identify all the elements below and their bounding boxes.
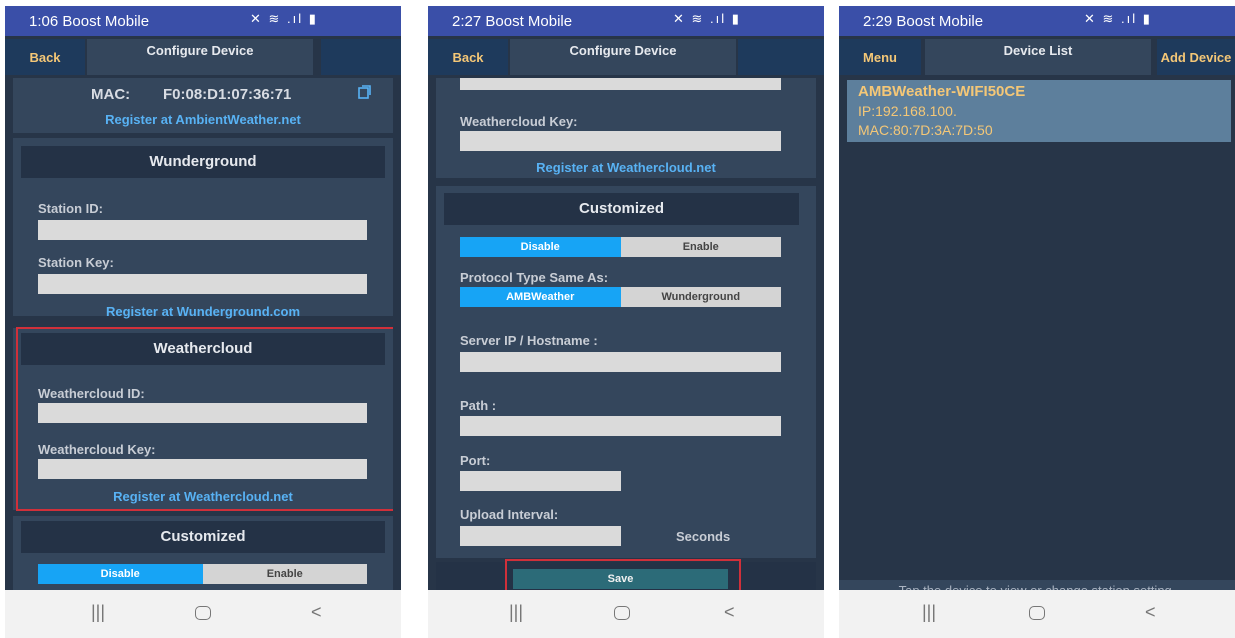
customized-card: Customized Disable Enable (13, 516, 393, 590)
phone-screen-configure-device-2: 2:27 Boost Mobile ✕ ≋ .ıl ▮ Back Configu… (428, 6, 824, 638)
home-icon[interactable] (195, 606, 211, 620)
port-label: Port: (460, 453, 491, 468)
status-time: 2:29 (863, 13, 893, 30)
status-carrier: Boost Mobile (896, 13, 984, 30)
path-input[interactable] (460, 416, 781, 436)
status-carrier: Boost Mobile (62, 13, 150, 30)
customized-card: Customized Disable Enable Protocol Type … (436, 186, 816, 558)
status-icons: ✕ ≋ .ıl ▮ (673, 11, 741, 26)
disable-option[interactable]: Disable (38, 564, 203, 584)
protocol-ambweather-option[interactable]: AMBWeather (460, 287, 621, 307)
top-bar: Back Configure Device (428, 36, 824, 78)
protocol-toggle: AMBWeather Wunderground (460, 287, 781, 307)
copy-icon[interactable] (357, 84, 373, 100)
device-name: AMBWeather-WIFI50CE (858, 83, 1026, 100)
protocol-type-label: Protocol Type Same As: (460, 270, 609, 285)
home-icon[interactable] (614, 606, 630, 620)
status-bar: 1:06 Boost Mobile ✕ ≋ .ıl ▮ (5, 6, 401, 36)
weathercloud-highlight (16, 327, 393, 511)
wunderground-header: Wunderground (21, 146, 385, 178)
disable-option[interactable]: Disable (460, 237, 621, 257)
enable-option[interactable]: Enable (202, 564, 367, 584)
protocol-wunderground-option[interactable]: Wunderground (620, 287, 781, 307)
register-weathercloud-link[interactable]: Register at Weathercloud.net (436, 160, 816, 175)
status-icons: ✕ ≋ .ıl ▮ (250, 11, 318, 26)
mac-value: F0:08:D1:07:36:71 (163, 86, 292, 103)
device-ip: IP:192.168.100. (858, 103, 957, 119)
server-ip-label: Server IP / Hostname : (460, 333, 598, 348)
weathercloud-key-input[interactable] (460, 131, 781, 151)
recents-button[interactable]: ||| (509, 602, 523, 623)
status-bar: 2:27 Boost Mobile ✕ ≋ .ıl ▮ (428, 6, 824, 36)
back-nav-button[interactable]: < (311, 602, 322, 623)
wunderground-card: Wunderground Station ID: Station Key: Re… (13, 138, 393, 319)
page-title: Configure Device (510, 39, 736, 75)
enable-option[interactable]: Enable (620, 237, 781, 257)
android-nav-bar: ||| < (428, 590, 824, 638)
register-ambientweather-link[interactable]: Register at AmbientWeather.net (13, 112, 393, 127)
top-bar: Menu Device List Add Device (839, 36, 1235, 78)
weathercloud-card: Weathercloud Key: Register at Weatherclo… (436, 78, 816, 178)
topbar-right-slot (321, 39, 401, 75)
add-device-button[interactable]: Add Device (1157, 39, 1235, 75)
back-nav-button[interactable]: < (724, 602, 735, 623)
page-title: Device List (925, 39, 1151, 75)
recents-button[interactable]: ||| (91, 602, 105, 623)
weathercloud-id-input[interactable] (460, 78, 781, 90)
station-key-label: Station Key: (38, 255, 114, 270)
station-id-input[interactable] (38, 220, 367, 240)
back-button[interactable]: Back (5, 39, 85, 75)
status-time: 1:06 (29, 13, 59, 30)
recents-button[interactable]: ||| (922, 602, 936, 623)
status-time: 2:27 (452, 13, 482, 30)
mac-card: MAC: F0:08:D1:07:36:71 Register at Ambie… (13, 78, 393, 133)
status-carrier: Boost Mobile (485, 13, 573, 30)
customized-header: Customized (444, 193, 799, 225)
device-list-item[interactable]: AMBWeather-WIFI50CE IP:192.168.100. MAC:… (847, 80, 1231, 142)
topbar-right-slot (738, 39, 824, 75)
upload-interval-input[interactable] (460, 526, 621, 546)
weathercloud-key-label: Weathercloud Key: (460, 114, 578, 129)
scroll-content: MAC: F0:08:D1:07:36:71 Register at Ambie… (13, 78, 393, 590)
status-bar: 2:29 Boost Mobile ✕ ≋ .ıl ▮ (839, 6, 1235, 36)
menu-button[interactable]: Menu (839, 39, 921, 75)
customized-header: Customized (21, 521, 385, 553)
seconds-label: Seconds (676, 529, 731, 544)
top-bar: Back Configure Device (5, 36, 401, 78)
back-nav-button[interactable]: < (1145, 602, 1156, 623)
save-highlight (505, 559, 741, 590)
android-nav-bar: ||| < (839, 590, 1235, 638)
phone-screen-device-list: 2:29 Boost Mobile ✕ ≋ .ıl ▮ Menu Device … (839, 6, 1235, 638)
customized-toggle: Disable Enable (38, 564, 367, 584)
home-icon[interactable] (1029, 606, 1045, 620)
register-wunderground-link[interactable]: Register at Wunderground.com (13, 304, 393, 319)
back-button[interactable]: Back (428, 39, 508, 75)
port-input[interactable] (460, 471, 621, 491)
path-label: Path : (460, 398, 497, 413)
upload-interval-label: Upload Interval: (460, 507, 559, 522)
phone-screen-configure-device-1: 1:06 Boost Mobile ✕ ≋ .ıl ▮ Back Configu… (5, 6, 401, 638)
mac-label: MAC: (91, 86, 131, 103)
customized-toggle: Disable Enable (460, 237, 781, 257)
android-nav-bar: ||| < (5, 590, 401, 638)
scroll-content: Weathercloud Key: Register at Weatherclo… (436, 78, 816, 590)
page-title: Configure Device (87, 39, 313, 75)
station-key-input[interactable] (38, 274, 367, 294)
status-icons: ✕ ≋ .ıl ▮ (1084, 11, 1152, 26)
station-id-label: Station ID: (38, 201, 103, 216)
device-mac: MAC:80:7D:3A:7D:50 (858, 122, 993, 138)
server-ip-input[interactable] (460, 352, 781, 372)
